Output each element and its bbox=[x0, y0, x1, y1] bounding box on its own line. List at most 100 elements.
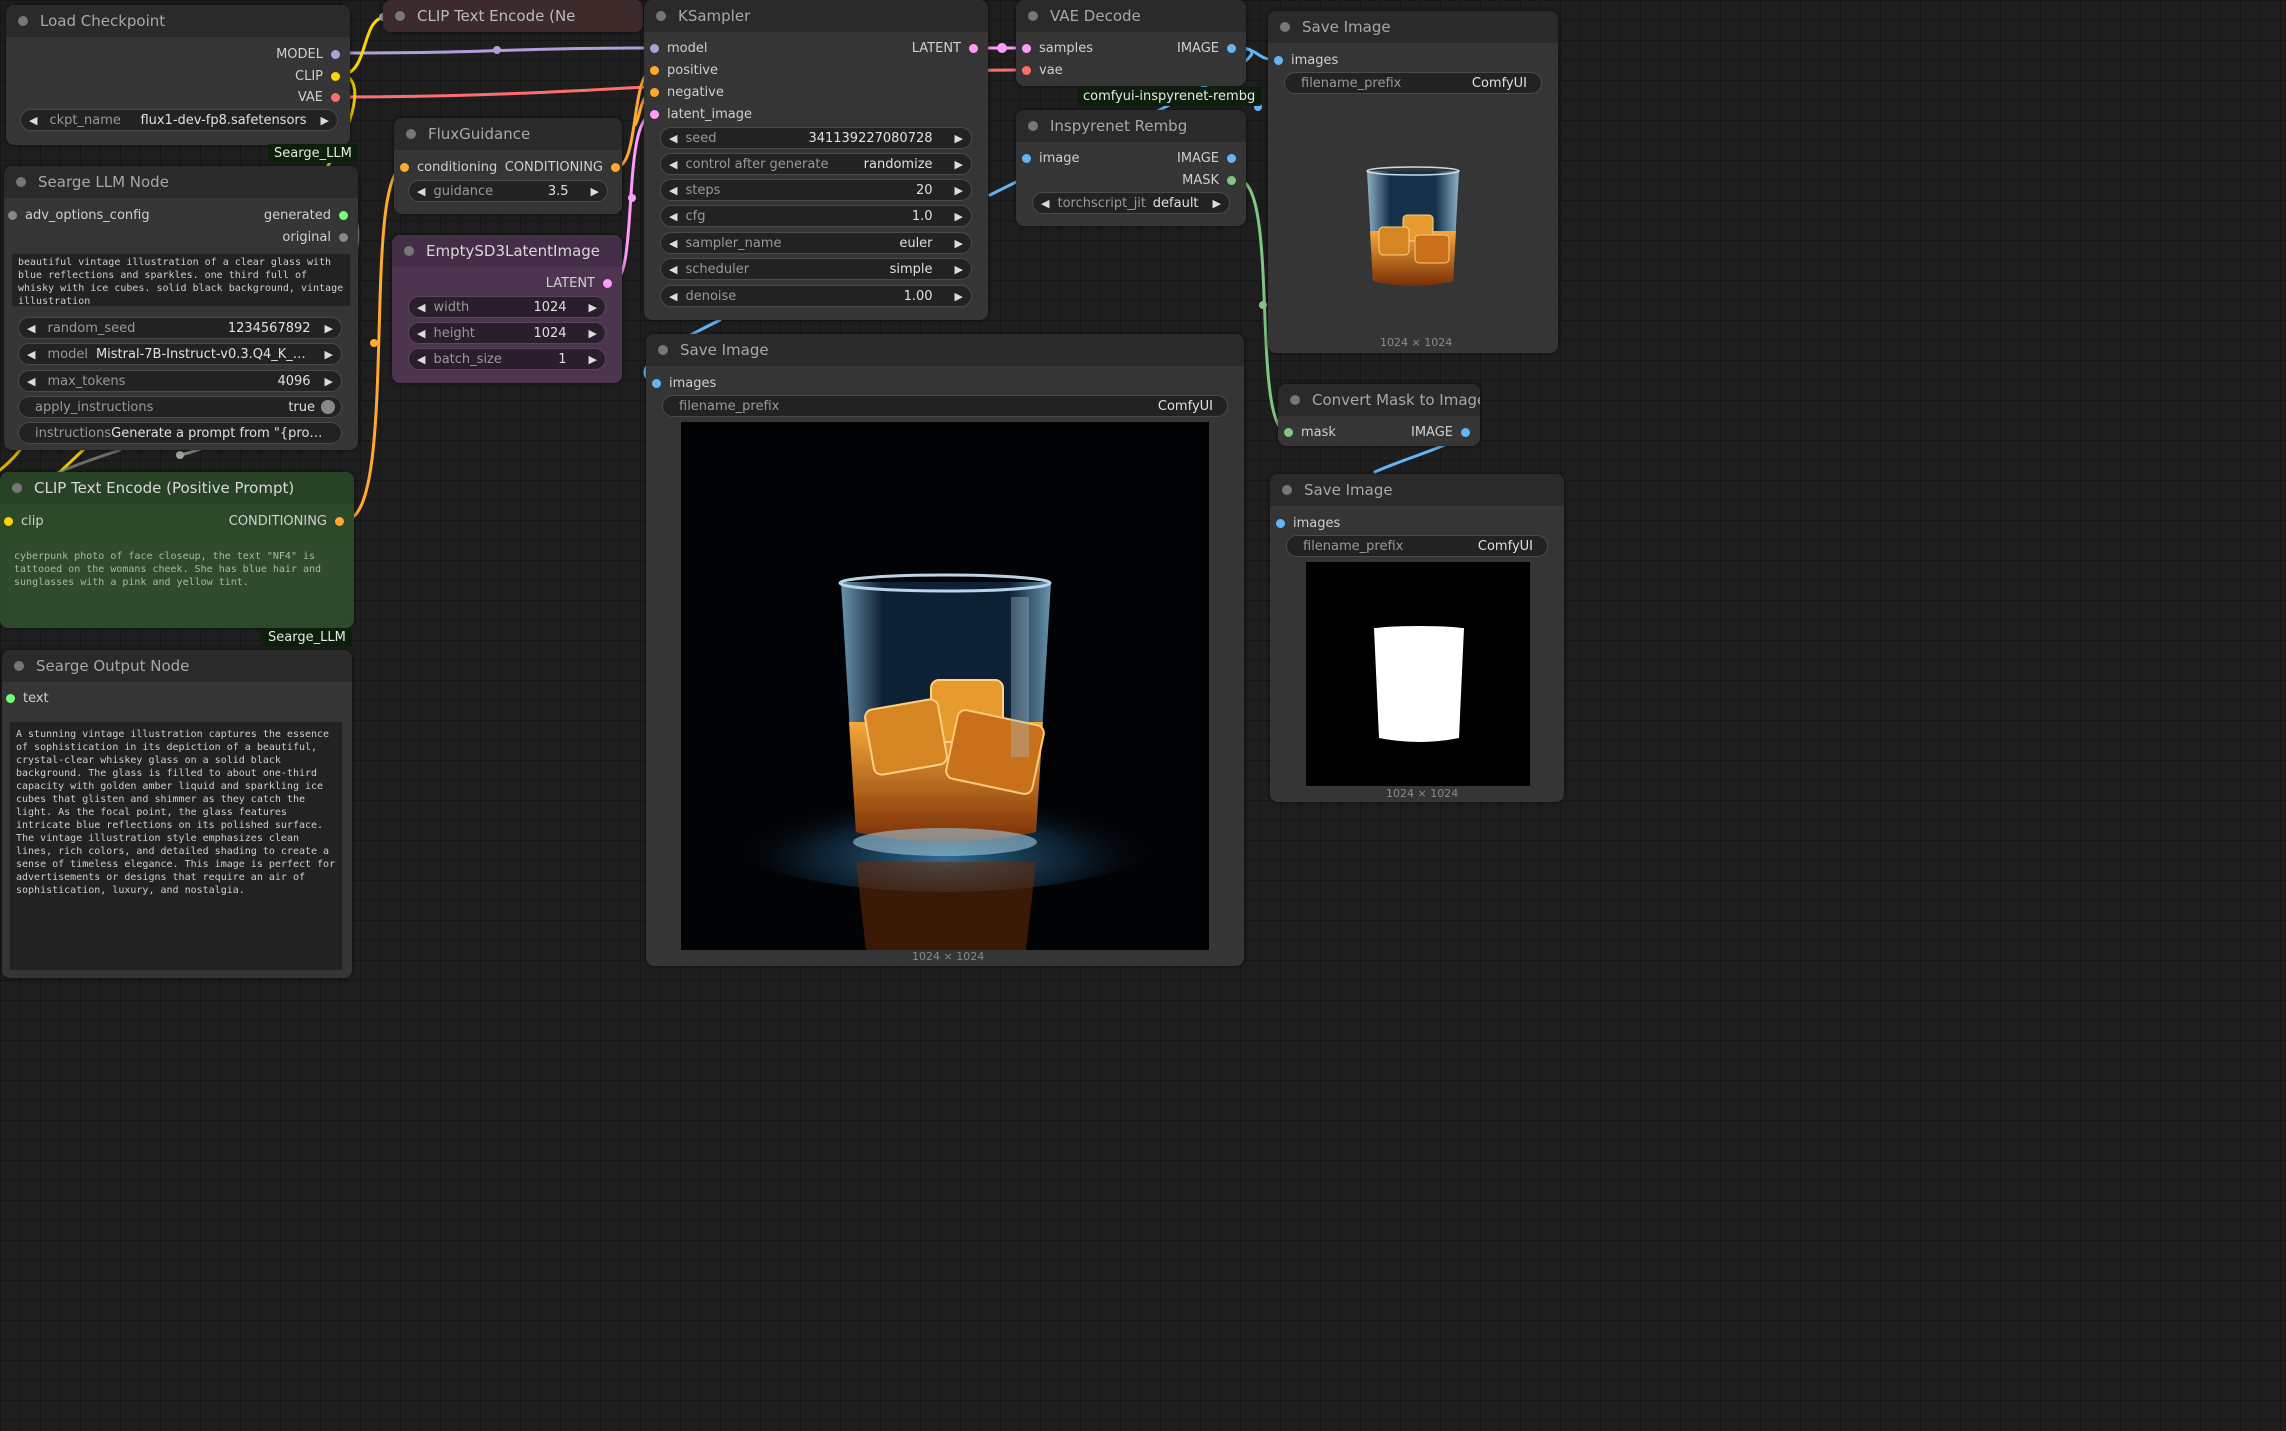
inspyrenet-rembg-node[interactable]: Inspyrenet Rembg image IMAGE MASK ◀ torchs… bbox=[1016, 110, 1246, 226]
arrow-left-icon[interactable]: ◀ bbox=[19, 322, 43, 335]
output-latent[interactable]: LATENT bbox=[546, 276, 612, 291]
node-title[interactable]: Inspyrenet Rembg bbox=[1016, 110, 1246, 142]
collapse-dot-icon[interactable] bbox=[658, 345, 668, 355]
height-widget[interactable]: ◀ height 1024 ▶ bbox=[408, 322, 606, 344]
filename-prefix-field[interactable]: filename_prefix ComfyUI bbox=[662, 395, 1228, 417]
input-adv-options-config[interactable]: adv_options_config bbox=[8, 208, 150, 223]
slot-dot-icon[interactable] bbox=[1227, 175, 1236, 185]
clip-text-encode-positive-node[interactable]: CLIP Text Encode (Positive Prompt) clip C… bbox=[0, 472, 354, 628]
arrow-left-icon[interactable]: ◀ bbox=[661, 184, 685, 197]
slot-dot-icon[interactable] bbox=[650, 87, 659, 97]
collapse-dot-icon[interactable] bbox=[395, 11, 405, 21]
input-images[interactable]: images bbox=[1276, 516, 1340, 531]
output-conditioning[interactable]: CONDITIONING bbox=[229, 514, 344, 529]
slot-dot-icon[interactable] bbox=[1276, 518, 1285, 528]
steps-widget[interactable]: ◀ steps 20 ▶ bbox=[660, 179, 972, 201]
prompt-textarea[interactable]: cyberpunk photo of face closeup, the tex… bbox=[8, 544, 346, 618]
node-title[interactable]: CLIP Text Encode (Ne bbox=[383, 0, 643, 32]
slot-dot-icon[interactable] bbox=[969, 43, 978, 53]
save-image-top-node[interactable]: Save Image images filename_prefix ComfyUI… bbox=[1268, 11, 1558, 353]
slot-dot-icon[interactable] bbox=[331, 92, 340, 102]
output-original[interactable]: original bbox=[282, 230, 348, 245]
batch-size-widget[interactable]: ◀ batch_size 1 ▶ bbox=[408, 348, 606, 370]
output-latent[interactable]: LATENT bbox=[912, 41, 978, 56]
output-model[interactable]: MODEL bbox=[276, 47, 340, 62]
input-samples[interactable]: samples bbox=[1022, 41, 1093, 56]
collapse-dot-icon[interactable] bbox=[656, 11, 666, 21]
slot-dot-icon[interactable] bbox=[1022, 153, 1031, 163]
slot-dot-icon[interactable] bbox=[650, 65, 659, 75]
arrow-right-icon[interactable]: ▶ bbox=[947, 290, 971, 303]
input-vae[interactable]: vae bbox=[1022, 63, 1063, 78]
arrow-right-icon[interactable]: ▶ bbox=[947, 132, 971, 145]
max-tokens-widget[interactable]: ◀ max_tokens 4096 ▶ bbox=[18, 370, 342, 392]
arrow-right-icon[interactable]: ▶ bbox=[947, 210, 971, 223]
ckpt-name-combo[interactable]: ◀ ckpt_name flux1-dev-fp8.safetensors ▶ bbox=[20, 109, 338, 131]
prompt-textarea[interactable]: beautiful vintage illustration of a clea… bbox=[12, 254, 350, 306]
slot-dot-icon[interactable] bbox=[1227, 153, 1236, 163]
slot-dot-icon[interactable] bbox=[339, 232, 348, 242]
node-title[interactable]: Save Image bbox=[646, 334, 1244, 366]
arrow-right-icon[interactable]: ▶ bbox=[581, 301, 605, 314]
collapse-dot-icon[interactable] bbox=[1028, 11, 1038, 21]
arrow-right-icon[interactable]: ▶ bbox=[317, 375, 341, 388]
width-widget[interactable]: ◀ width 1024 ▶ bbox=[408, 296, 606, 318]
output-image-preview[interactable] bbox=[681, 422, 1209, 950]
apply-instructions-toggle[interactable]: apply_instructions true bbox=[18, 396, 342, 418]
cfg-widget[interactable]: ◀ cfg 1.0 ▶ bbox=[660, 205, 972, 227]
slot-dot-icon[interactable] bbox=[8, 210, 17, 220]
seed-widget[interactable]: ◀ seed 341139227080728 ▶ bbox=[660, 127, 972, 149]
arrow-right-icon[interactable]: ▶ bbox=[947, 237, 971, 250]
slot-dot-icon[interactable] bbox=[1022, 65, 1031, 75]
arrow-left-icon[interactable]: ◀ bbox=[19, 375, 43, 388]
toggle-knob-icon[interactable] bbox=[321, 400, 335, 414]
output-conditioning[interactable]: CONDITIONING bbox=[505, 160, 620, 175]
input-negative[interactable]: negative bbox=[650, 85, 724, 100]
slot-dot-icon[interactable] bbox=[603, 278, 612, 288]
slot-dot-icon[interactable] bbox=[4, 516, 13, 526]
scheduler-combo[interactable]: ◀ scheduler simple ▶ bbox=[660, 258, 972, 280]
output-image-preview[interactable] bbox=[1306, 562, 1530, 786]
output-clip[interactable]: CLIP bbox=[295, 69, 340, 84]
node-title[interactable]: CLIP Text Encode (Positive Prompt) bbox=[0, 472, 354, 504]
arrow-left-icon[interactable]: ◀ bbox=[661, 263, 685, 276]
ksampler-node[interactable]: KSampler model LATENT positive negative l… bbox=[644, 0, 988, 320]
arrow-right-icon[interactable]: ▶ bbox=[1205, 197, 1229, 210]
collapse-dot-icon[interactable] bbox=[404, 246, 414, 256]
guidance-widget[interactable]: ◀ guidance 3.5 ▶ bbox=[408, 180, 608, 202]
arrow-left-icon[interactable]: ◀ bbox=[409, 185, 433, 198]
arrow-right-icon[interactable]: ▶ bbox=[317, 322, 341, 335]
arrow-right-icon[interactable]: ▶ bbox=[947, 263, 971, 276]
output-image[interactable]: IMAGE bbox=[1177, 41, 1236, 56]
control-after-generate-combo[interactable]: ◀ control after generate randomize ▶ bbox=[660, 153, 972, 175]
collapse-dot-icon[interactable] bbox=[1028, 121, 1038, 131]
output-generated[interactable]: generated bbox=[264, 208, 348, 223]
arrow-left-icon[interactable]: ◀ bbox=[409, 327, 433, 340]
node-title[interactable]: KSampler bbox=[644, 0, 988, 32]
model-combo[interactable]: ◀ model Mistral-7B-Instruct-v0.3.Q4_K_M.g.… bbox=[18, 343, 342, 365]
random-seed-widget[interactable]: ◀ random_seed 1234567892 ▶ bbox=[18, 317, 342, 339]
arrow-right-icon[interactable]: ▶ bbox=[317, 348, 341, 361]
arrow-left-icon[interactable]: ◀ bbox=[661, 132, 685, 145]
output-image[interactable]: IMAGE bbox=[1177, 151, 1236, 166]
node-title[interactable]: FluxGuidance bbox=[394, 118, 622, 150]
output-vae[interactable]: VAE bbox=[298, 90, 340, 105]
input-image[interactable]: image bbox=[1022, 151, 1080, 166]
arrow-left-icon[interactable]: ◀ bbox=[19, 348, 43, 361]
node-title[interactable]: VAE Decode bbox=[1016, 0, 1246, 32]
sampler-name-combo[interactable]: ◀ sampler_name euler ▶ bbox=[660, 232, 972, 254]
slot-dot-icon[interactable] bbox=[1274, 55, 1283, 65]
load-checkpoint-node[interactable]: Load Checkpoint MODEL CLIP VAE ◀ ckpt_na… bbox=[6, 5, 350, 145]
slot-dot-icon[interactable] bbox=[331, 49, 340, 59]
vae-decode-node[interactable]: VAE Decode samples IMAGE vae bbox=[1016, 0, 1246, 86]
flux-guidance-node[interactable]: FluxGuidance conditioning CONDITIONING ◀ g… bbox=[394, 118, 622, 214]
slot-dot-icon[interactable] bbox=[339, 210, 348, 220]
arrow-left-icon[interactable]: ◀ bbox=[661, 237, 685, 250]
arrow-right-icon[interactable]: ▶ bbox=[581, 327, 605, 340]
node-title[interactable]: Searge Output Node bbox=[2, 650, 352, 682]
collapse-dot-icon[interactable] bbox=[12, 483, 22, 493]
input-mask[interactable]: mask bbox=[1284, 425, 1336, 440]
input-text[interactable]: text bbox=[6, 691, 49, 706]
save-image-mask-node[interactable]: Save Image images filename_prefix ComfyUI… bbox=[1270, 474, 1564, 802]
node-title[interactable]: Convert Mask to Image bbox=[1278, 384, 1480, 416]
